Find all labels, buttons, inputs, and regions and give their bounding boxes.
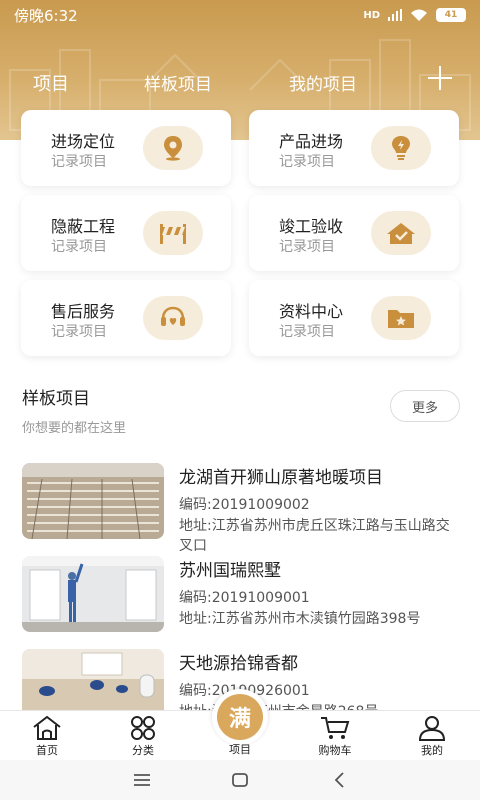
card-product-entry[interactable]: 产品进场 记录项目	[249, 110, 459, 186]
tabbar-label: 购物车	[318, 744, 352, 757]
card-concealed-works[interactable]: 隐蔽工程 记录项目	[21, 195, 231, 271]
card-title: 竣工验收	[279, 217, 344, 236]
battery-icon: 41	[436, 8, 466, 22]
card-title: 产品进场	[279, 132, 344, 151]
tab-my-project[interactable]: 我的项目	[289, 70, 357, 95]
tab-project[interactable]: 项目	[33, 70, 69, 96]
status-bar: 傍晚6:32 HD 41	[0, 0, 480, 30]
lightbulb-icon	[371, 126, 431, 170]
card-document-center[interactable]: 资料中心 记录项目	[249, 280, 459, 356]
back-icon[interactable]	[328, 770, 352, 790]
card-entry-positioning[interactable]: 进场定位 记录项目	[21, 110, 231, 186]
header-tabs: 项目 样板项目 我的项目	[0, 62, 480, 102]
home-nav-icon[interactable]	[228, 770, 252, 790]
project-name: 天地源拾锦香都	[179, 654, 298, 674]
card-subtitle: 记录项目	[51, 154, 107, 170]
tabbar-home[interactable]: 首页	[17, 715, 77, 758]
card-subtitle: 记录项目	[279, 324, 335, 340]
project-address: 地址:江苏省苏州市虎丘区珠江路与玉山路交叉口	[179, 518, 450, 554]
card-subtitle: 记录项目	[279, 154, 335, 170]
wifi-icon	[411, 9, 427, 21]
home-icon	[33, 715, 61, 740]
tabbar-label: 项目	[229, 743, 251, 756]
section-subtitle: 你想要的都在这里	[22, 421, 127, 436]
project-thumbnail-worker-ceiling	[22, 556, 164, 632]
signal-icon: HD	[363, 9, 380, 21]
tabbar-project[interactable]: 满	[212, 689, 268, 745]
card-title: 进场定位	[51, 132, 116, 151]
cart-icon	[321, 717, 350, 739]
project-name: 苏州国瑞熙墅	[179, 561, 281, 581]
card-title: 售后服务	[51, 302, 116, 321]
barrier-icon	[143, 211, 203, 255]
list-item[interactable]: 苏州国瑞熙墅 编码:20191009001 地址:江苏省苏州市木渎镇竹园路398…	[22, 556, 462, 642]
user-icon	[418, 716, 446, 741]
project-address: 地址:江苏省苏州市木渎镇竹园路398号	[179, 611, 421, 627]
menu-icon[interactable]	[130, 770, 154, 790]
plus-icon[interactable]	[426, 64, 454, 92]
project-thumbnail-floor-heating	[22, 463, 164, 539]
card-after-sales[interactable]: 售后服务 记录项目	[21, 280, 231, 356]
category-icon	[131, 716, 155, 740]
status-icons: HD 41	[363, 8, 466, 22]
project-info: 苏州国瑞熙墅 编码:20191009001 地址:江苏省苏州市木渎镇竹园路398…	[179, 556, 459, 629]
card-subtitle: 记录项目	[51, 324, 107, 340]
headset-icon	[143, 296, 203, 340]
house-check-icon	[371, 211, 431, 255]
status-time: 傍晚6:32	[14, 6, 78, 25]
tabbar-category[interactable]: 分类	[113, 715, 173, 758]
card-subtitle: 记录项目	[279, 239, 335, 255]
card-title: 隐蔽工程	[51, 217, 116, 236]
tab-sample-project[interactable]: 样板项目	[144, 70, 212, 95]
project-code: 编码:20191009002	[179, 497, 310, 513]
project-info: 龙湖首开狮山原著地暖项目 编码:20191009002 地址:江苏省苏州市虎丘区…	[179, 463, 459, 556]
system-nav-bar	[0, 760, 480, 800]
tabbar-mine[interactable]: 我的	[402, 715, 462, 758]
tabbar-label: 分类	[132, 744, 154, 757]
project-thumbnail-workers-floor	[22, 649, 164, 710]
project-name: 龙湖首开狮山原著地暖项目	[179, 468, 383, 488]
project-badge-icon: 满	[217, 694, 263, 740]
sample-projects-section-header: 样板项目 你想要的都在这里 更多	[22, 384, 462, 436]
project-code: 编码:20191009001	[179, 590, 310, 606]
folder-star-icon	[371, 296, 431, 340]
tabbar-label: 我的	[421, 744, 443, 757]
card-completion-acceptance[interactable]: 竣工验收 记录项目	[249, 195, 459, 271]
location-pin-icon	[143, 126, 203, 170]
card-title: 资料中心	[279, 302, 344, 321]
list-item[interactable]: 龙湖首开狮山原著地暖项目 编码:20191009002 地址:江苏省苏州市虎丘区…	[22, 463, 462, 554]
tabbar-cart[interactable]: 购物车	[305, 715, 365, 758]
cell-signal-icon	[388, 9, 402, 21]
tabbar-label: 首页	[36, 744, 58, 757]
more-button[interactable]: 更多	[390, 390, 460, 422]
card-subtitle: 记录项目	[51, 239, 107, 255]
